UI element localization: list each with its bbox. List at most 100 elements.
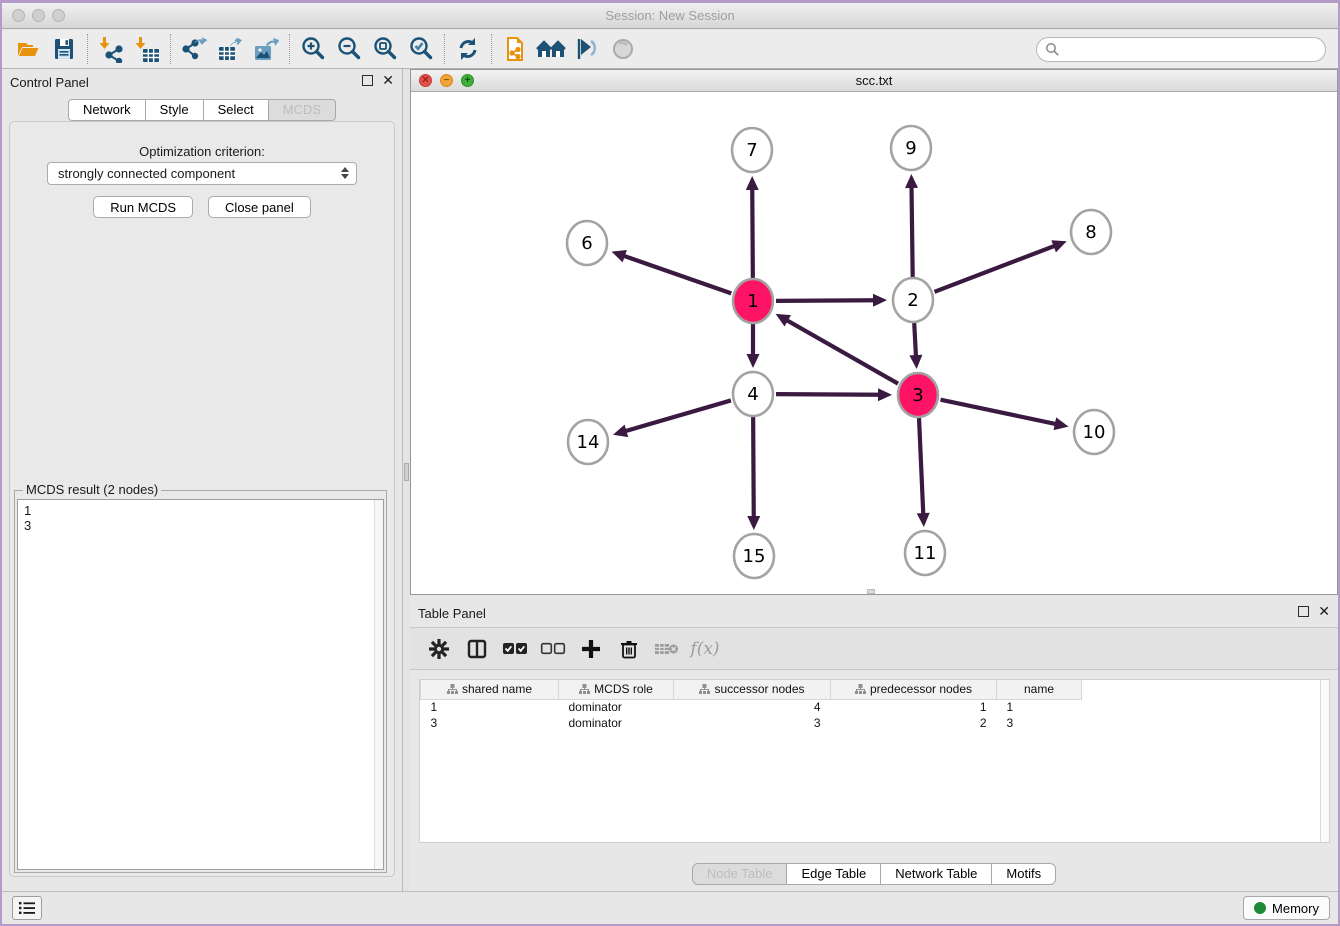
tab-select[interactable]: Select: [204, 99, 269, 121]
float-panel-icon[interactable]: [362, 75, 373, 86]
search-box[interactable]: [1036, 37, 1326, 62]
export-network-button[interactable]: [176, 33, 212, 65]
network-canvas[interactable]: 1234678910111415: [411, 92, 1337, 594]
clone-network-icon: [501, 35, 529, 63]
save-icon: [51, 36, 77, 62]
table-settings-button[interactable]: [424, 634, 454, 664]
columns-icon: [466, 638, 488, 660]
memory-button[interactable]: Memory: [1243, 896, 1330, 920]
graph-edge-2-3[interactable]: [914, 323, 916, 358]
graph-arrowhead: [746, 176, 759, 190]
zoom-fit-button[interactable]: [367, 33, 403, 65]
tab-mcds[interactable]: MCDS: [269, 99, 336, 121]
network-close-icon[interactable]: ✕: [419, 74, 432, 87]
cell-name[interactable]: 1: [997, 699, 1082, 715]
zoom-selected-icon: [407, 35, 435, 63]
graph-edge-4-14[interactable]: [624, 400, 731, 431]
cell-predecessor_nodes[interactable]: 2: [831, 715, 997, 731]
column-header-label: predecessor nodes: [870, 682, 972, 696]
table-row[interactable]: 1dominator411: [421, 699, 1082, 715]
column-header-shared_name[interactable]: shared name: [421, 680, 559, 699]
column-header-predecessor_nodes[interactable]: predecessor nodes: [831, 680, 997, 699]
save-session-button[interactable]: [46, 33, 82, 65]
function-builder-button[interactable]: f(x): [690, 634, 720, 664]
graph-edge-1-6[interactable]: [622, 255, 731, 293]
tab-node-table[interactable]: Node Table: [692, 863, 788, 885]
export-table-button[interactable]: [212, 33, 248, 65]
zoom-selected-button[interactable]: [403, 33, 439, 65]
birdseye-view-button[interactable]: [605, 33, 641, 65]
show-panels-button[interactable]: [12, 896, 42, 920]
close-panel-icon[interactable]: ✕: [382, 75, 394, 86]
import-table-button[interactable]: [129, 33, 165, 65]
graph-edge-1-2[interactable]: [776, 300, 876, 301]
cell-predecessor_nodes[interactable]: 1: [831, 699, 997, 715]
import-network-icon: [97, 35, 125, 63]
tab-network-table[interactable]: Network Table: [881, 863, 992, 885]
apply-layout-button[interactable]: [450, 33, 486, 65]
search-input[interactable]: [1060, 40, 1325, 60]
control-panel-title: Control Panel: [10, 75, 89, 90]
mcds-result-scrollbar[interactable]: [374, 500, 383, 869]
cell-shared_name[interactable]: 3: [421, 715, 559, 731]
graph-arrowhead: [747, 516, 760, 530]
export-image-icon: [252, 35, 280, 63]
criterion-select[interactable]: strongly connected component: [47, 162, 357, 185]
open-session-button[interactable]: [10, 33, 46, 65]
column-header-label: MCDS role: [594, 682, 653, 696]
network-window-titlebar[interactable]: ✕ − + scc.txt: [411, 70, 1337, 92]
label-visibility-button[interactable]: [569, 33, 605, 65]
network-minimize-icon[interactable]: −: [440, 74, 453, 87]
column-header-successor_nodes[interactable]: successor nodes: [674, 680, 831, 699]
graph-edge-3-11[interactable]: [919, 418, 923, 516]
column-header-name[interactable]: name: [997, 680, 1082, 699]
vertical-splitter[interactable]: [402, 69, 410, 891]
close-table-panel-icon[interactable]: ✕: [1318, 606, 1330, 617]
column-edit-icon: [699, 684, 710, 695]
graph-edge-1-7[interactable]: [752, 187, 753, 278]
mcds-result-text[interactable]: 1 3: [17, 499, 384, 870]
toolbar-separator: [170, 34, 171, 64]
status-bar: Memory: [2, 891, 1338, 924]
tab-network[interactable]: Network: [68, 99, 146, 121]
tab-edge-table[interactable]: Edge Table: [787, 863, 881, 885]
delete-table-button[interactable]: [652, 634, 682, 664]
cell-successor_nodes[interactable]: 3: [674, 715, 831, 731]
import-network-button[interactable]: [93, 33, 129, 65]
tab-style[interactable]: Style: [146, 99, 204, 121]
canvas-resize-grip[interactable]: [867, 589, 875, 594]
delete-column-button[interactable]: [614, 634, 644, 664]
graph-edge-2-9[interactable]: [911, 185, 912, 277]
graph-edge-3-1[interactable]: [785, 319, 898, 383]
unchecked-boxes-icon: [540, 641, 566, 657]
graph-edge-4-15[interactable]: [753, 417, 754, 519]
table-scrollbar[interactable]: [1320, 680, 1329, 842]
column-header-mcds_role[interactable]: MCDS role: [559, 680, 674, 699]
open-folder-icon: [15, 36, 41, 62]
deselect-all-button[interactable]: [538, 634, 568, 664]
column-edit-icon: [579, 684, 590, 695]
network-maximize-icon[interactable]: +: [461, 74, 474, 87]
cell-shared_name[interactable]: 1: [421, 699, 559, 715]
clone-network-button[interactable]: [497, 33, 533, 65]
cell-successor_nodes[interactable]: 4: [674, 699, 831, 715]
zoom-in-button[interactable]: [295, 33, 331, 65]
cell-mcds_role[interactable]: dominator: [559, 715, 674, 731]
graph-edge-4-3[interactable]: [776, 394, 881, 395]
add-column-button[interactable]: [576, 634, 606, 664]
close-panel-button[interactable]: Close panel: [208, 196, 311, 218]
cell-name[interactable]: 3: [997, 715, 1082, 731]
column-visibility-button[interactable]: [462, 634, 492, 664]
first-neighbors-button[interactable]: [533, 33, 569, 65]
float-table-panel-icon[interactable]: [1298, 606, 1309, 617]
graph-edge-3-10[interactable]: [941, 400, 1058, 425]
zoom-out-button[interactable]: [331, 33, 367, 65]
export-image-button[interactable]: [248, 33, 284, 65]
tab-motifs[interactable]: Motifs: [992, 863, 1056, 885]
table-row[interactable]: 3dominator323: [421, 715, 1082, 731]
cell-mcds_role[interactable]: dominator: [559, 699, 674, 715]
run-mcds-button[interactable]: Run MCDS: [93, 196, 193, 218]
select-all-button[interactable]: [500, 634, 530, 664]
graph-edge-2-8[interactable]: [934, 245, 1056, 292]
splitter-handle[interactable]: [404, 463, 409, 481]
